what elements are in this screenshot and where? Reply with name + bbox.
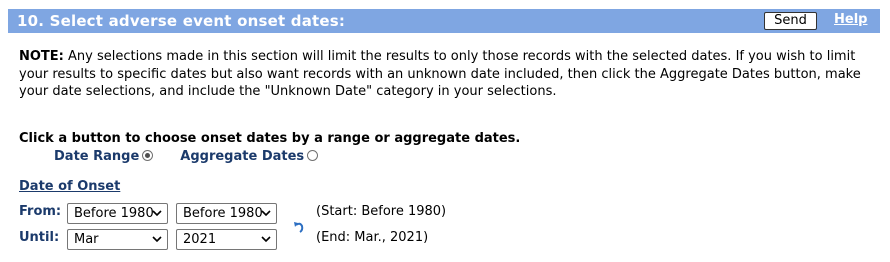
from-year-select[interactable]: Before 1980	[176, 203, 277, 224]
date-range-label: Date Range	[54, 148, 140, 164]
until-label: Until:	[19, 230, 60, 245]
chevron-down-icon	[152, 236, 162, 243]
from-year-value: Before 1980	[183, 206, 263, 221]
chevron-down-icon	[261, 236, 271, 243]
until-year-select[interactable]: 2021	[176, 229, 277, 250]
send-button[interactable]: Send	[764, 12, 817, 30]
choose-instruction: Click a button to choose onset dates by …	[19, 131, 521, 146]
from-info: (Start: Before 1980)	[316, 204, 447, 219]
onset-mode-radio-group: Date Range Aggregate Dates	[54, 147, 319, 165]
chevron-down-icon	[152, 210, 162, 217]
note-paragraph: NOTE: Any selections made in this sectio…	[19, 48, 879, 101]
chevron-down-icon	[261, 210, 271, 217]
from-month-select[interactable]: Before 1980	[67, 203, 168, 224]
until-month-value: Mar	[74, 232, 99, 247]
undo-arrow-icon[interactable]	[292, 220, 306, 234]
until-year-value: 2021	[183, 232, 217, 247]
date-range-radio[interactable]	[142, 149, 154, 161]
until-month-select[interactable]: Mar	[67, 229, 168, 250]
until-info: (End: Mar., 2021)	[316, 230, 429, 245]
help-link[interactable]: Help	[834, 12, 867, 27]
from-month-value: Before 1980	[74, 206, 154, 221]
date-of-onset-heading: Date of Onset	[19, 179, 121, 194]
note-text: Any selections made in this section will…	[19, 49, 861, 99]
section-title: 10. Select adverse event onset dates:	[17, 12, 346, 30]
from-label: From:	[19, 204, 62, 219]
aggregate-dates-label: Aggregate Dates	[180, 148, 305, 164]
section-header: 10. Select adverse event onset dates: Se…	[8, 9, 880, 33]
note-label: NOTE:	[19, 49, 64, 64]
aggregate-dates-radio[interactable]	[307, 149, 319, 161]
